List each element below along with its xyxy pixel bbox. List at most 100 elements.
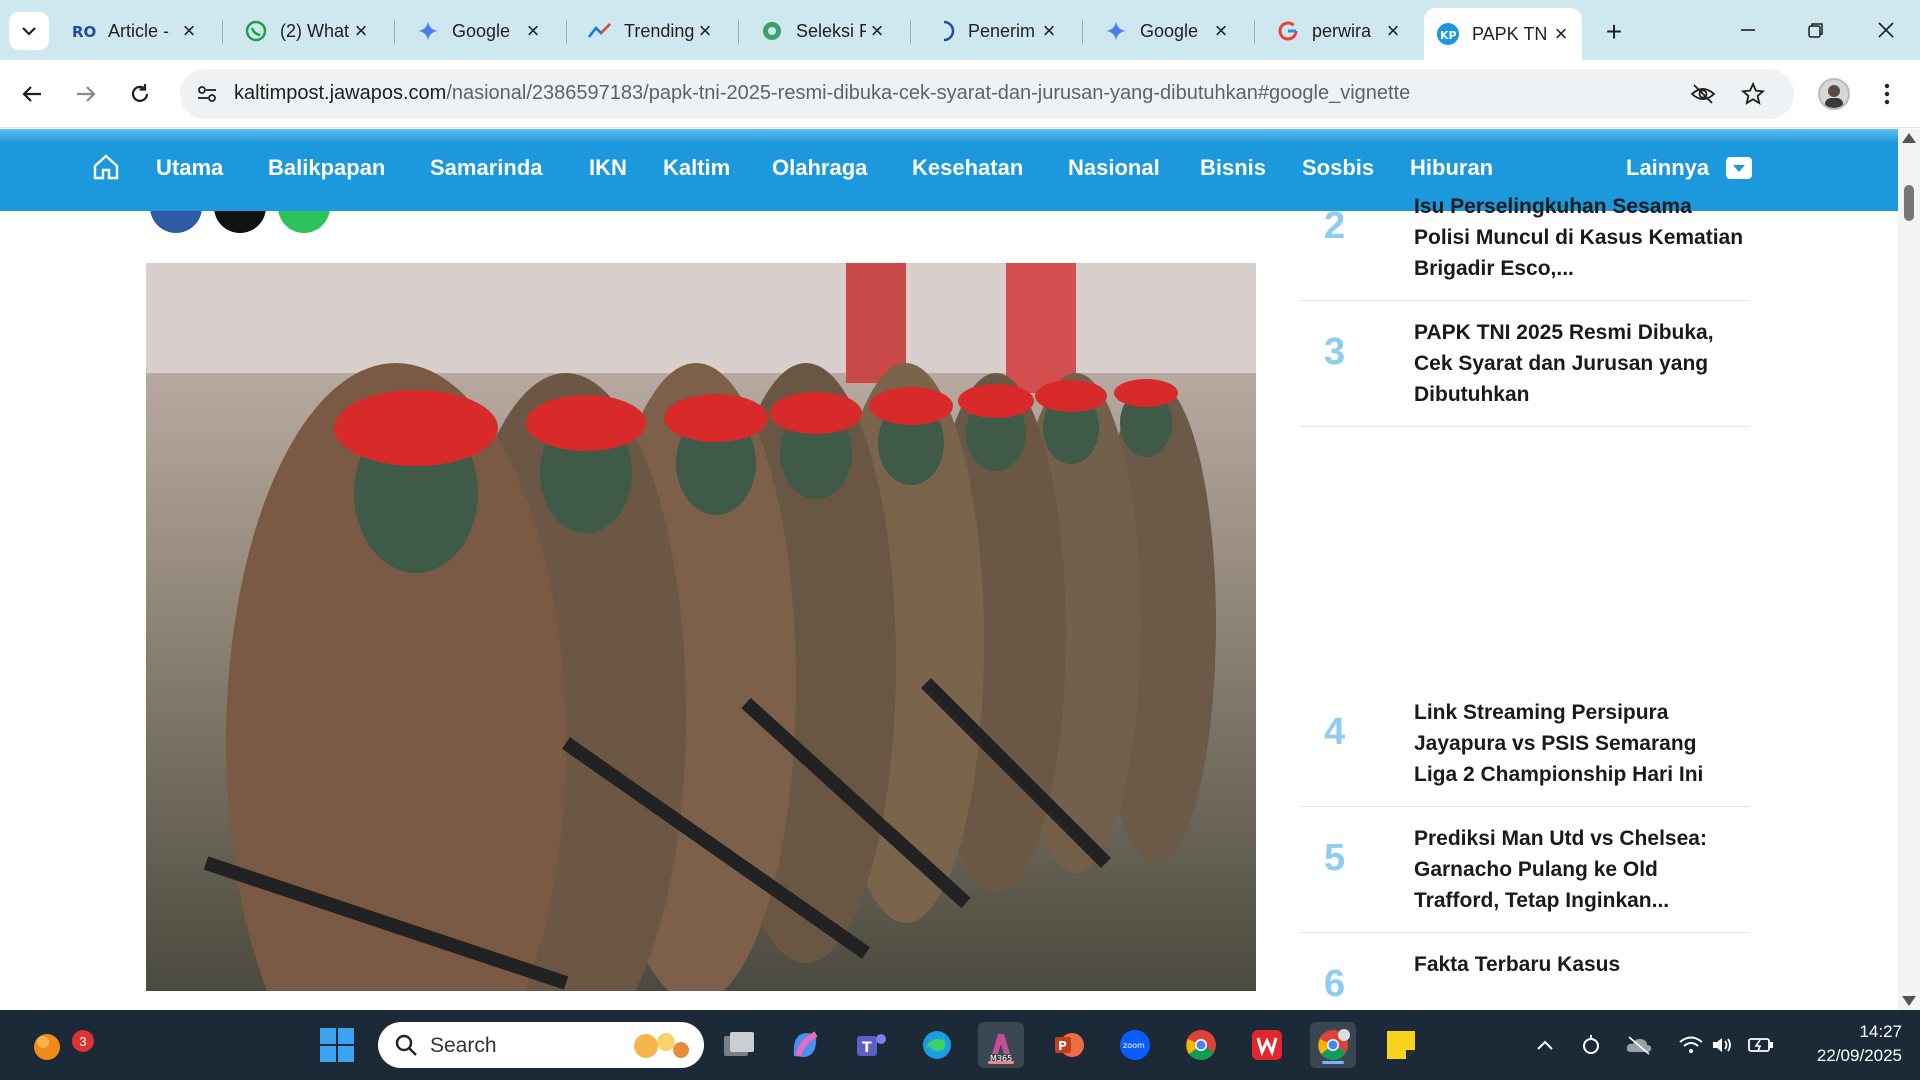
notification-badge: 3 — [72, 1030, 94, 1052]
trending-title[interactable]: Prediksi Man Utd vs Chelsea: Garnacho Pu… — [1414, 823, 1744, 916]
tab-trending[interactable]: Trending × — [576, 10, 726, 52]
zoom-icon: zoom — [1120, 1030, 1150, 1060]
home-icon[interactable] — [92, 153, 120, 181]
tab-penerimaan[interactable]: Penerim × — [920, 10, 1070, 52]
nav-item-ikn[interactable]: IKN — [589, 155, 627, 181]
eye-slash-icon[interactable] — [1688, 79, 1718, 109]
trending-title[interactable]: Fakta Terbaru Kasus — [1414, 949, 1744, 980]
nav-item-samarinda[interactable]: Samarinda — [430, 155, 543, 181]
chrome-profile-app[interactable] — [1310, 1022, 1356, 1068]
tray-app[interactable] — [1576, 1030, 1606, 1060]
close-icon[interactable]: × — [350, 18, 372, 43]
trending-item[interactable]: 5 Prediksi Man Utd vs Chelsea: Garnacho … — [1300, 807, 1750, 933]
tab-separator — [394, 20, 395, 44]
close-icon[interactable]: × — [1038, 18, 1060, 43]
wps-app[interactable] — [1244, 1022, 1290, 1068]
trending-item[interactable]: 6 Fakta Terbaru Kasus — [1300, 933, 1750, 1010]
tab-article[interactable]: RO Article - × — [60, 10, 210, 52]
scroll-up-arrow-icon[interactable] — [1902, 133, 1916, 143]
address-bar[interactable]: kaltimpost.jawapos.com/nasional/23865971… — [180, 69, 1794, 119]
active-app-indicator — [1322, 1061, 1344, 1064]
new-tab-button[interactable]: + — [1596, 14, 1632, 50]
edge-app[interactable] — [914, 1022, 960, 1068]
volume-tray[interactable] — [1708, 1030, 1738, 1060]
tab-separator — [566, 20, 567, 44]
tab-google-gemini[interactable]: Google × — [404, 10, 554, 52]
scrollbar-thumb[interactable] — [1904, 185, 1914, 221]
tab-papk-active[interactable]: KP PAPK TN × — [1424, 8, 1582, 60]
close-icon[interactable]: × — [866, 18, 888, 43]
powerpoint-app[interactable]: P — [1046, 1022, 1092, 1068]
tab-google-search[interactable]: perwira × — [1264, 10, 1414, 52]
nav-item-nasional[interactable]: Nasional — [1068, 155, 1160, 181]
close-icon[interactable]: × — [1382, 18, 1404, 43]
widgets-button[interactable]: 3 — [24, 1022, 94, 1068]
svg-text:T: T — [862, 1040, 872, 1056]
bookmark-star-icon[interactable] — [1738, 79, 1768, 109]
onedrive-tray[interactable] — [1624, 1030, 1654, 1060]
restore-button[interactable] — [1788, 10, 1844, 50]
wifi-tray[interactable] — [1676, 1030, 1706, 1060]
tab-google-gemini-2[interactable]: Google × — [1092, 10, 1242, 52]
url-text[interactable]: kaltimpost.jawapos.com/nasional/23865971… — [234, 82, 1410, 105]
trending-rank: 5 — [1324, 837, 1346, 879]
trending-title[interactable]: PAPK TNI 2025 Resmi Dibuka, Cek Syarat d… — [1414, 317, 1744, 410]
page-viewport: Utama Balikpapan Samarinda IKN Kaltim Ol… — [0, 129, 1920, 1010]
site-settings-icon[interactable] — [194, 81, 220, 107]
back-button[interactable] — [14, 76, 50, 112]
task-view-button[interactable] — [716, 1022, 762, 1068]
close-window-button[interactable] — [1858, 10, 1914, 50]
close-icon[interactable]: × — [1550, 21, 1572, 46]
nav-item-bisnis[interactable]: Bisnis — [1200, 155, 1266, 181]
forward-button[interactable] — [68, 76, 104, 112]
tab-title: Article - — [108, 20, 170, 41]
start-button[interactable] — [314, 1022, 360, 1068]
trending-item[interactable]: 3 PAPK TNI 2025 Resmi Dibuka, Cek Syarat… — [1300, 301, 1750, 427]
gear-badge-icon — [760, 19, 784, 43]
close-icon — [1878, 22, 1894, 38]
m365-app[interactable]: M365 — [978, 1022, 1024, 1068]
nav-item-utama[interactable]: Utama — [156, 155, 223, 181]
tab-strip: RO Article - × (2) What × Google × Trend… — [0, 0, 1920, 60]
close-icon[interactable]: × — [178, 18, 200, 43]
reload-button[interactable] — [122, 76, 158, 112]
close-icon[interactable]: × — [1210, 18, 1232, 43]
close-icon[interactable]: × — [522, 18, 544, 43]
nav-item-balikpapan[interactable]: Balikpapan — [268, 155, 385, 181]
show-hidden-icons-button[interactable] — [1530, 1030, 1560, 1060]
battery-tray[interactable] — [1746, 1030, 1776, 1060]
nav-item-kesehatan[interactable]: Kesehatan — [912, 155, 1023, 181]
windows-taskbar: 3 Search T M365 P zoom 14:27 22/09/2025 — [0, 1010, 1920, 1080]
tab-whatsapp[interactable]: (2) What × — [232, 10, 382, 52]
menu-kebab-icon[interactable] — [1872, 78, 1902, 110]
chrome-app[interactable] — [1178, 1022, 1224, 1068]
profile-avatar[interactable] — [1818, 78, 1850, 110]
powerpoint-icon: P — [1055, 1033, 1084, 1057]
tab-title: PAPK TN — [1472, 23, 1548, 44]
zoom-app[interactable]: zoom — [1112, 1022, 1158, 1068]
minimize-icon — [1741, 29, 1755, 31]
teams-app[interactable]: T — [848, 1022, 894, 1068]
nav-item-olahraga[interactable]: Olahraga — [772, 155, 867, 181]
copilot-icon — [793, 1031, 818, 1057]
close-icon[interactable]: × — [694, 18, 716, 43]
trending-title[interactable]: Link Streaming Persipura Jayapura vs PSI… — [1414, 697, 1744, 790]
trending-item[interactable]: 4 Link Streaming Persipura Jayapura vs P… — [1300, 681, 1750, 807]
arrow-right-icon — [77, 86, 96, 102]
scroll-down-arrow-icon[interactable] — [1902, 996, 1916, 1006]
tab-seleksi[interactable]: Seleksi P × — [748, 10, 898, 52]
nav-item-kaltim[interactable]: Kaltim — [663, 155, 730, 181]
clock-time: 14:27 — [1859, 1022, 1902, 1041]
copilot-app[interactable] — [782, 1022, 828, 1068]
taskbar-clock[interactable]: 14:27 22/09/2025 — [1792, 1020, 1902, 1068]
sticky-notes-app[interactable] — [1378, 1022, 1424, 1068]
minimize-button[interactable] — [1720, 10, 1776, 50]
trending-item[interactable]: 2 Isu Perselingkuhan Sesama Polisi Muncu… — [1300, 175, 1750, 301]
chrome-icon — [1186, 1030, 1216, 1060]
ro-logo-icon: RO — [72, 19, 96, 43]
tab-search-button[interactable] — [9, 12, 49, 50]
taskbar-search-box[interactable]: Search — [378, 1022, 704, 1068]
page-scrollbar[interactable] — [1898, 129, 1920, 1010]
trending-chart-icon — [588, 19, 612, 43]
trending-title[interactable]: Isu Perselingkuhan Sesama Polisi Muncul … — [1414, 191, 1744, 284]
